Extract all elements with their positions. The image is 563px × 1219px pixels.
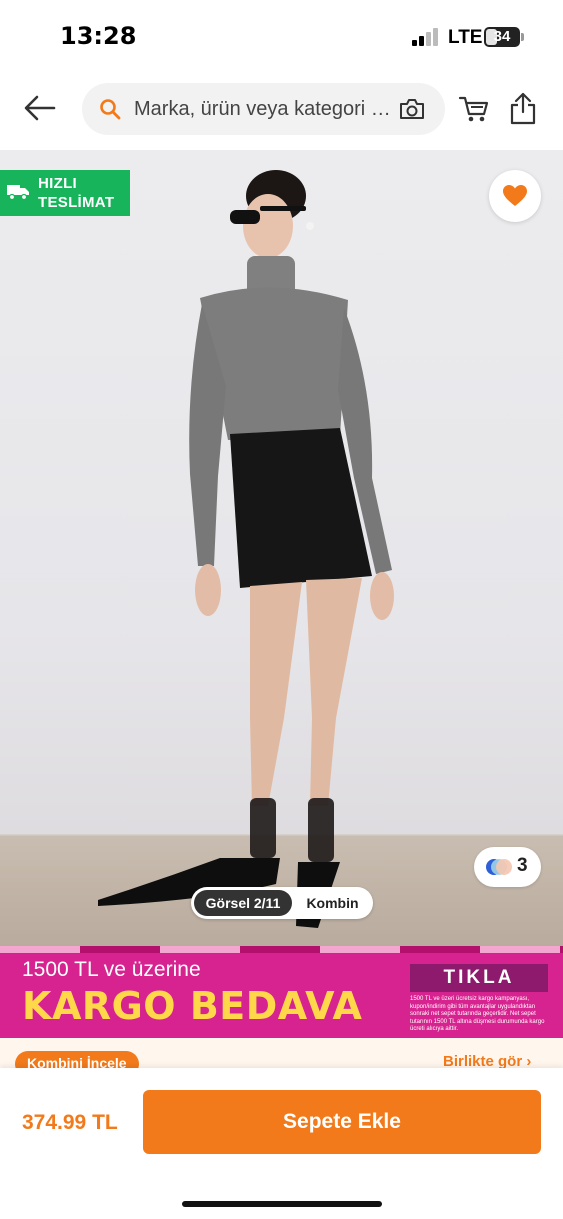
home-indicator[interactable] <box>182 1201 382 1207</box>
status-bar: 13:28 LTE 34 <box>0 0 563 72</box>
banner-fine-print: 1500 TL ve üzeri ücretsiz kargo kampanya… <box>410 996 545 1032</box>
banner-headline: KARGO BEDAVA <box>22 984 363 1028</box>
battery-icon: 34 <box>484 27 520 47</box>
status-time: 13:28 <box>60 22 137 50</box>
banner-line1: 1500 TL ve üzerine <box>22 958 201 981</box>
search-icon <box>100 99 121 120</box>
search-input[interactable]: Marka, ürün veya kategori ara <box>134 98 396 121</box>
arrow-left-icon <box>24 95 56 121</box>
gallery-tab-switcher: Görsel 2/11 Kombin <box>191 887 373 919</box>
battery-percent: 34 <box>493 28 511 45</box>
network-label: LTE <box>448 27 483 48</box>
fast-badge-line1: HIZLI <box>38 175 77 192</box>
favorite-button[interactable] <box>489 170 541 222</box>
top-nav: Marka, ürün veya kategori ara <box>0 72 563 148</box>
product-price: 374.99 TL <box>22 1111 118 1134</box>
cart-icon[interactable] <box>458 94 490 124</box>
battery-tip <box>521 33 524 41</box>
banner-cta-button[interactable]: TIKLA <box>410 964 548 992</box>
color-count: 3 <box>517 855 528 876</box>
color-variants-button[interactable]: 3 <box>474 847 541 887</box>
heart-icon <box>503 185 527 206</box>
banner-stripe <box>0 946 563 953</box>
tab-kombin[interactable]: Kombin <box>295 890 370 916</box>
search-bar[interactable]: Marka, ürün veya kategori ara <box>82 83 445 135</box>
color-swatch-icon <box>486 859 512 875</box>
fast-delivery-badge: HIZLI TESLİMAT <box>0 170 130 216</box>
kombin-strip: Kombini İncele Birlikte gör › <box>0 1038 563 1068</box>
back-button[interactable] <box>22 92 58 124</box>
product-photo-model <box>98 170 394 928</box>
camera-icon[interactable] <box>398 96 426 122</box>
share-icon[interactable] <box>509 91 537 125</box>
free-shipping-banner[interactable]: 1500 TL ve üzerine KARGO BEDAVA TIKLA 15… <box>0 946 563 1038</box>
kombin-incele-button[interactable]: Kombini İncele <box>15 1051 139 1068</box>
product-image-gallery[interactable]: HIZLI TESLİMAT 3 Görsel 2/11 Kombin <box>0 150 563 946</box>
signal-icon <box>412 28 440 46</box>
bottom-purchase-bar: 374.99 TL Sepete Ekle <box>0 1068 563 1219</box>
fast-badge-line2: TESLİMAT <box>38 194 115 211</box>
truck-icon <box>7 185 29 201</box>
add-to-cart-button[interactable]: Sepete Ekle <box>143 1090 541 1154</box>
tab-gorsel[interactable]: Görsel 2/11 <box>194 890 292 916</box>
birlikte-gor-link[interactable]: Birlikte gör › <box>443 1053 531 1068</box>
